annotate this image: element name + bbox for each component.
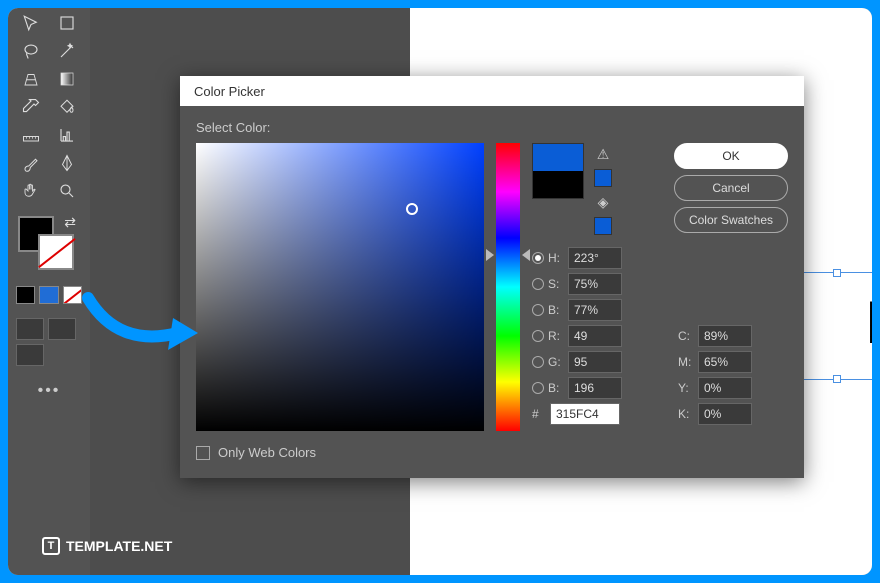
k-input[interactable] (698, 403, 752, 425)
color-field[interactable] (196, 143, 484, 431)
perspective-tool-icon[interactable] (16, 66, 46, 92)
hex-input[interactable] (550, 403, 620, 425)
warning-icon[interactable]: ⚠ (594, 145, 612, 163)
m-input[interactable] (698, 351, 752, 373)
selection-bounds[interactable] (792, 272, 872, 380)
fill-stroke-swatches[interactable]: ⇄ (16, 216, 82, 276)
web-colors-label: Only Web Colors (218, 445, 316, 460)
graph-tool-icon[interactable] (52, 122, 82, 148)
g-radio[interactable] (532, 356, 544, 368)
hue-handle-left-icon (486, 249, 494, 261)
color-picker-dialog: Color Picker Select Color: (180, 76, 804, 478)
color-swatches-button[interactable]: Color Swatches (674, 207, 788, 233)
draw-mode-icon[interactable] (16, 318, 44, 340)
web-colors-checkbox[interactable] (196, 446, 210, 460)
artboard-tool-icon[interactable] (52, 10, 82, 36)
hand-tool-icon[interactable] (16, 178, 46, 204)
color-mode-icon[interactable] (16, 286, 35, 304)
b-input[interactable] (568, 299, 622, 321)
g-input[interactable] (568, 351, 622, 373)
cancel-button[interactable]: Cancel (674, 175, 788, 201)
text-object[interactable]: E (866, 288, 872, 357)
warning-swatch[interactable] (594, 169, 612, 187)
r-radio[interactable] (532, 330, 544, 342)
selection-tool-icon[interactable] (16, 10, 46, 36)
b2-radio[interactable] (532, 382, 544, 394)
watermark: T TEMPLATE.NET (42, 537, 172, 555)
wand-tool-icon[interactable] (52, 38, 82, 64)
hue-handle-right-icon (522, 249, 530, 261)
gradient-mode-icon[interactable] (39, 286, 58, 304)
color-marker-icon (406, 203, 418, 215)
zoom-tool-icon[interactable] (52, 178, 82, 204)
stroke-swatch[interactable] (38, 234, 74, 270)
h-radio[interactable] (532, 252, 544, 264)
y-input[interactable] (698, 377, 752, 399)
select-color-label: Select Color: (196, 120, 788, 135)
more-tools-icon[interactable]: ••• (16, 382, 82, 400)
c-input[interactable] (698, 325, 752, 347)
gradient-tool-icon[interactable] (52, 66, 82, 92)
color-preview (532, 143, 584, 199)
pen-tool-icon[interactable] (52, 150, 82, 176)
none-mode-icon[interactable] (63, 286, 82, 304)
r-input[interactable] (568, 325, 622, 347)
cube-icon[interactable]: ◈ (594, 193, 612, 211)
watermark-icon: T (42, 537, 60, 555)
s-input[interactable] (568, 273, 622, 295)
bucket-tool-icon[interactable] (52, 94, 82, 120)
tools-panel: ⇄ ••• (8, 8, 90, 575)
dialog-title: Color Picker (180, 76, 804, 106)
b2-input[interactable] (568, 377, 622, 399)
ruler-tool-icon[interactable] (16, 122, 46, 148)
ok-button[interactable]: OK (674, 143, 788, 169)
draw-mode-2-icon[interactable] (48, 318, 76, 340)
h-input[interactable] (568, 247, 622, 269)
s-radio[interactable] (532, 278, 544, 290)
lasso-tool-icon[interactable] (16, 38, 46, 64)
b-radio[interactable] (532, 304, 544, 316)
hue-slider[interactable] (496, 143, 520, 431)
cube-swatch[interactable] (594, 217, 612, 235)
swap-colors-icon[interactable]: ⇄ (64, 214, 76, 231)
screen-mode-icon[interactable] (16, 344, 44, 366)
eyedropper-tool-icon[interactable] (16, 94, 46, 120)
brush-tool-icon[interactable] (16, 150, 46, 176)
